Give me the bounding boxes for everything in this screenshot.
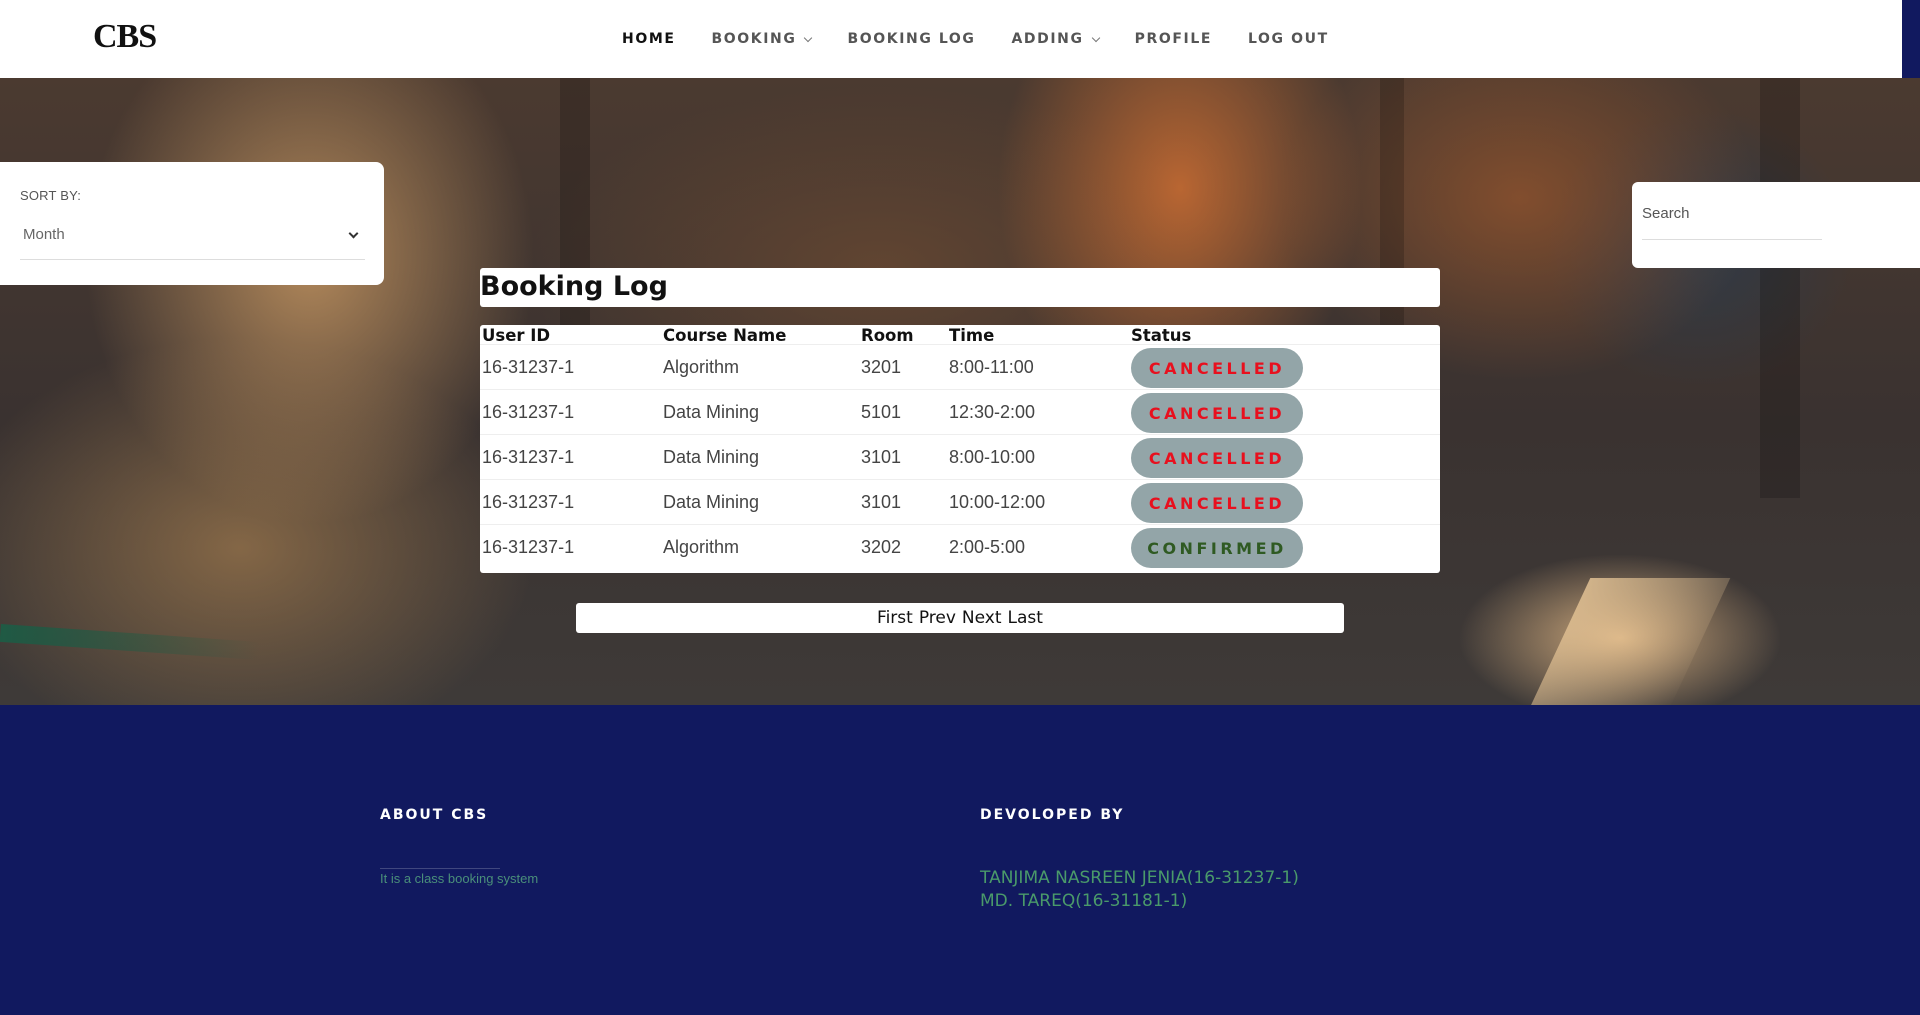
- background-book: [0, 623, 261, 661]
- chevron-down-icon: [1091, 33, 1100, 42]
- cell-user-id: 16-31237-1: [482, 447, 575, 467]
- cell-room: 5101: [861, 402, 902, 422]
- column-header-course-name: Course Name: [663, 326, 787, 345]
- footer-developers-list: TANJIMA NASREEN JENIA(16-31237-1) MD. TA…: [980, 867, 1299, 913]
- sort-selected-value: Month: [23, 226, 65, 243]
- nav-profile[interactable]: PROFILE: [1135, 31, 1212, 47]
- nav-adding-label: ADDING: [1011, 31, 1084, 47]
- nav-home[interactable]: HOME: [622, 31, 676, 47]
- search-box: [1632, 182, 1920, 268]
- nav-logout[interactable]: LOG OUT: [1248, 31, 1329, 47]
- footer: ABOUT CBS It is a class booking system D…: [0, 705, 1920, 1015]
- table-row: 16-31237-1 Data Mining 5101 12:30-2:00 C…: [480, 389, 1440, 434]
- cell-time: 8:00-10:00: [949, 447, 1036, 467]
- table-row: 16-31237-1 Data Mining 3101 8:00-10:00 C…: [480, 434, 1440, 479]
- developer-name: MD. TAREQ(16-31181-1): [980, 891, 1188, 911]
- cell-user-id: 16-31237-1: [482, 357, 575, 377]
- nav-home-label: HOME: [622, 31, 676, 47]
- cell-time: 8:00-11:00: [949, 357, 1034, 377]
- footer-about-text: It is a class booking system: [380, 871, 539, 886]
- booking-log-title-bar: Booking Log: [480, 268, 1440, 307]
- sort-select[interactable]: Month: [20, 220, 365, 260]
- nav-profile-label: PROFILE: [1134, 31, 1213, 47]
- main-menu: HOME BOOKING BOOKING LOG ADDING PROFILE …: [622, 0, 1365, 78]
- table-header: User ID Course Name Room Time Status: [480, 325, 1440, 345]
- pagination: First Prev Next Last: [576, 603, 1344, 633]
- cell-room: 3202: [861, 537, 902, 557]
- cell-time: 10:00-12:00: [949, 492, 1046, 512]
- cell-user-id: 16-31237-1: [482, 402, 575, 422]
- nav-booking-log-label: BOOKING LOG: [847, 31, 976, 47]
- status-badge[interactable]: CONFIRMED: [1131, 528, 1303, 568]
- top-navbar: CBS HOME BOOKING BOOKING LOG ADDING PROF…: [0, 0, 1902, 78]
- nav-booking[interactable]: BOOKING: [711, 31, 813, 47]
- developer-name: TANJIMA NASREEN JENIA(16-31237-1): [980, 868, 1299, 888]
- brand-logo[interactable]: CBS: [93, 18, 157, 56]
- column-header-room: Room: [861, 326, 914, 345]
- cell-course-name: Algorithm: [663, 537, 740, 557]
- footer-developers-heading: DEVOLOPED BY: [980, 807, 1125, 823]
- status-badge[interactable]: CANCELLED: [1131, 483, 1303, 523]
- chevron-down-icon: [348, 228, 359, 239]
- status-badge[interactable]: CANCELLED: [1131, 438, 1303, 478]
- booking-log-table: User ID Course Name Room Time Status 16-…: [480, 325, 1440, 573]
- footer-about-heading: ABOUT CBS: [380, 807, 489, 823]
- cell-user-id: 16-31237-1: [482, 537, 575, 557]
- nav-adding[interactable]: ADDING: [1011, 31, 1100, 47]
- pagination-last[interactable]: Last: [1008, 608, 1043, 628]
- column-header-status: Status: [1131, 326, 1192, 345]
- table-row: 16-31237-1 Algorithm 3202 2:00-5:00 CONF…: [480, 524, 1440, 569]
- page-title: Booking Log: [480, 271, 668, 302]
- sort-panel: SORT BY: Month: [0, 162, 384, 285]
- cell-time: 12:30-2:00: [949, 402, 1036, 422]
- cell-room: 3101: [861, 447, 902, 467]
- nav-logout-label: LOG OUT: [1248, 31, 1329, 47]
- status-badge[interactable]: CANCELLED: [1131, 348, 1303, 388]
- background-shade: [1760, 78, 1800, 498]
- cell-room: 3201: [861, 357, 902, 377]
- pagination-first[interactable]: First: [877, 608, 913, 628]
- cell-room: 3101: [861, 492, 902, 512]
- nav-booking-label: BOOKING: [711, 31, 797, 47]
- table-row: 16-31237-1 Data Mining 3101 10:00-12:00 …: [480, 479, 1440, 524]
- cell-course-name: Data Mining: [663, 402, 760, 422]
- pagination-next[interactable]: Next: [962, 608, 1002, 628]
- cell-time: 2:00-5:00: [949, 537, 1026, 557]
- cell-course-name: Algorithm: [663, 357, 740, 377]
- search-input[interactable]: [1642, 198, 1822, 240]
- status-badge[interactable]: CANCELLED: [1131, 393, 1303, 433]
- table-row: 16-31237-1 Algorithm 3201 8:00-11:00 CAN…: [480, 344, 1440, 389]
- chevron-down-icon: [804, 33, 813, 42]
- sort-label: SORT BY:: [20, 188, 82, 203]
- column-header-user-id: User ID: [482, 326, 551, 345]
- divider: [380, 868, 500, 869]
- cell-course-name: Data Mining: [663, 447, 760, 467]
- nav-booking-log[interactable]: BOOKING LOG: [847, 31, 975, 47]
- pagination-prev[interactable]: Prev: [919, 608, 956, 628]
- background-pages: [1529, 578, 1731, 705]
- cell-user-id: 16-31237-1: [482, 492, 575, 512]
- cell-course-name: Data Mining: [663, 492, 760, 512]
- column-header-time: Time: [949, 326, 995, 345]
